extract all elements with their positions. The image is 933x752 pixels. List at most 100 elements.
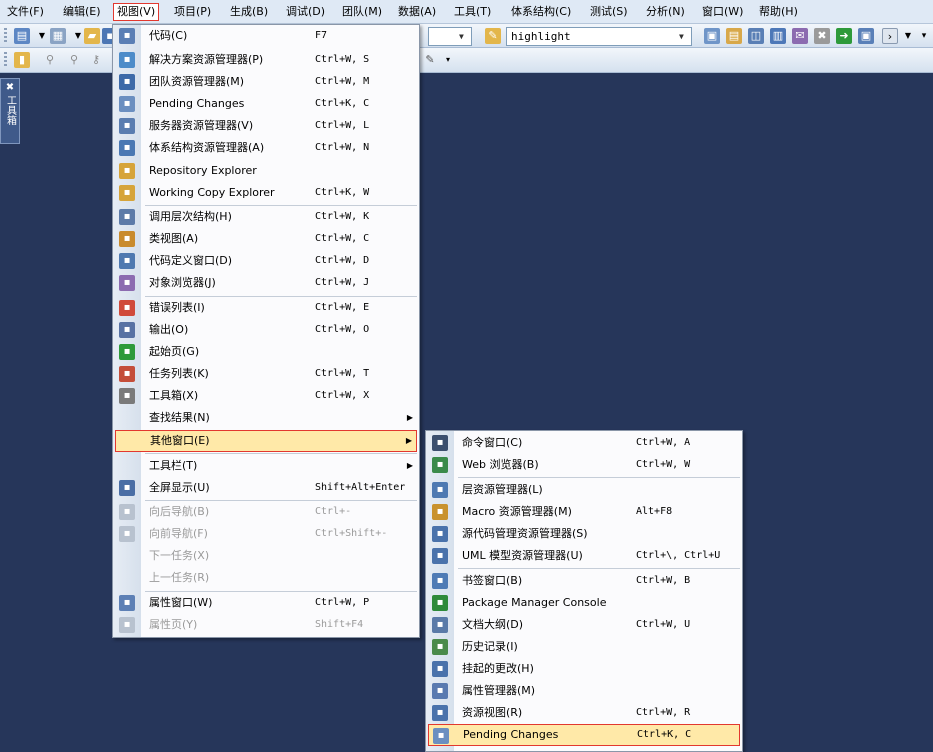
- dropdown-arrow-icon[interactable]: ▼: [900, 28, 916, 44]
- toolbar-overflow-icon[interactable]: ▾: [440, 52, 456, 68]
- extension-manager-icon[interactable]: ▣: [858, 28, 874, 44]
- menu-team[interactable]: 团队(M): [339, 3, 385, 21]
- menu-debug[interactable]: 调试(D): [283, 3, 328, 21]
- bookmark-icon[interactable]: ▮: [14, 52, 30, 68]
- other-windows_menu-item-层资源管理器[interactable]: ▪ 层资源管理器(L): [428, 479, 740, 501]
- menu-edit[interactable]: 编辑(E): [60, 3, 104, 21]
- other-windows_menu-item-web-浏览器[interactable]: ▪ Web 浏览器(B) Ctrl+W, W: [428, 454, 740, 476]
- other-windows_menu-item-源代码管理资源管理器[interactable]: ▪ 源代码管理资源管理器(S): [428, 523, 740, 545]
- view-menu-item-属性页: ▪ 属性页(Y) Shift+F4: [115, 614, 417, 636]
- other-windows_menu-item-文档大纲[interactable]: ▪ 文档大纲(D) Ctrl+W, U: [428, 614, 740, 636]
- menu-item-shortcut: Ctrl+W, O: [315, 324, 370, 335]
- other-windows_menu-item-命令窗口[interactable]: ▪ 命令窗口(C) Ctrl+W, A: [428, 432, 740, 454]
- view-menu-item-工具栏[interactable]: 工具栏(T) ▶: [115, 455, 417, 477]
- menu-analyze[interactable]: 分析(N): [643, 3, 688, 21]
- start-page-icon[interactable]: ➜: [836, 28, 852, 44]
- other-windows_menu-item-书签窗口[interactable]: ▪ 书签窗口(B) Ctrl+W, B: [428, 570, 740, 592]
- server-explorer-icon: ▪: [119, 118, 135, 134]
- view-menu-item-团队资源管理器[interactable]: ▪ 团队资源管理器(M) Ctrl+W, M: [115, 71, 417, 93]
- menu-item-label: 挂起的更改(H): [462, 662, 534, 675]
- menu-item-shortcut: Ctrl+W, P: [315, 597, 370, 608]
- menu-item-label: Repository Explorer: [149, 164, 257, 177]
- command-window-icon[interactable]: ›: [882, 28, 898, 44]
- toolbox-icon[interactable]: ✖: [814, 28, 830, 44]
- view-menu-item-类视图[interactable]: ▪ 类视图(A) Ctrl+W, C: [115, 228, 417, 250]
- find-in-files-icon[interactable]: ✎: [485, 28, 501, 44]
- menu-project[interactable]: 项目(P): [171, 3, 214, 21]
- view-menu-item-解决方案资源管理器[interactable]: ▪ 解决方案资源管理器(P) Ctrl+W, S: [115, 49, 417, 71]
- view-menu-item-查找结果[interactable]: 查找结果(N) ▶: [115, 407, 417, 429]
- uml-explorer-icon: ▪: [432, 548, 448, 564]
- find-combo[interactable]: highlight ▼: [506, 27, 692, 46]
- team-explorer-icon[interactable]: ✉: [792, 28, 808, 44]
- view-menu-item-调用层次结构[interactable]: ▪ 调用层次结构(H) Ctrl+W, K: [115, 206, 417, 228]
- menu-item-shortcut: Ctrl+\, Ctrl+U: [636, 550, 721, 561]
- view-menu-item-代码定义窗口[interactable]: ▪ 代码定义窗口(D) Ctrl+W, D: [115, 250, 417, 272]
- menu-test[interactable]: 测试(S): [587, 3, 631, 21]
- properties-icon[interactable]: ▤: [726, 28, 742, 44]
- menu-item-shortcut: F7: [315, 30, 328, 41]
- error-list-icon: ▪: [119, 300, 135, 316]
- toolbar-grip[interactable]: [4, 52, 7, 68]
- new-project-icon[interactable]: ▤: [14, 28, 30, 44]
- other-windows_menu-item-历史记录[interactable]: ▪ 历史记录(I): [428, 636, 740, 658]
- menu-separator: [145, 205, 417, 206]
- menu-item-label: Pending Changes: [149, 97, 245, 110]
- view-menu-item-工具箱[interactable]: ▪ 工具箱(X) Ctrl+W, X: [115, 385, 417, 407]
- menu-item-label: 向后导航(B): [149, 505, 210, 518]
- view-menu-item-代码[interactable]: ▪ 代码(C) F7: [115, 25, 417, 47]
- menu-help[interactable]: 帮助(H): [756, 3, 801, 21]
- view-menu-item-working-copy-explorer[interactable]: ▪ Working Copy Explorer Ctrl+K, W: [115, 182, 417, 204]
- add-item-icon[interactable]: ▦: [50, 28, 66, 44]
- menu-tools[interactable]: 工具(T): [451, 3, 494, 21]
- view-menu-item-输出[interactable]: ▪ 输出(O) Ctrl+W, O: [115, 319, 417, 341]
- navigate-forward-icon: ▪: [119, 526, 135, 542]
- object-browser-icon[interactable]: ◫: [748, 28, 764, 44]
- view-menu-item-任务列表[interactable]: ▪ 任务列表(K) Ctrl+W, T: [115, 363, 417, 385]
- menu-item-shortcut: Ctrl+W, E: [315, 302, 370, 313]
- menu-item-shortcut: Ctrl+W, X: [315, 390, 370, 401]
- other-windows_menu-item-属性管理器[interactable]: ▪ 属性管理器(M): [428, 680, 740, 702]
- view-menu-item-起始页[interactable]: ▪ 起始页(G): [115, 341, 417, 363]
- other-windows_menu-item-package-manager-console[interactable]: ▪ Package Manager Console: [428, 592, 740, 614]
- other-windows_menu-item-macro-资源管理器[interactable]: ▪ Macro 资源管理器(M) Alt+F8: [428, 501, 740, 523]
- toolbar-grip[interactable]: [4, 28, 7, 44]
- properties-window-icon: ▪: [119, 595, 135, 611]
- other-windows_menu-item-uml-模型资源管理器[interactable]: ▪ UML 模型资源管理器(U) Ctrl+\, Ctrl+U: [428, 545, 740, 567]
- menu-item-label: 解决方案资源管理器(P): [149, 53, 264, 66]
- submenu-arrow-icon: ▶: [406, 461, 413, 470]
- menu-item-label: 类视图(A): [149, 232, 199, 245]
- view-menu-item-对象浏览器[interactable]: ▪ 对象浏览器(J) Ctrl+W, J: [115, 272, 417, 294]
- menu-view[interactable]: 视图(V): [113, 3, 160, 21]
- toolbox-side-tab[interactable]: ✖ 工具箱: [0, 78, 20, 144]
- toolbar-overflow-icon[interactable]: ▾: [916, 28, 932, 44]
- view-menu-item-pending-changes[interactable]: ▪ Pending Changes Ctrl+K, C: [115, 93, 417, 115]
- menu-item-label: 其他窗口(E): [150, 434, 210, 447]
- view-menu-item-全屏显示[interactable]: ▪ 全屏显示(U) Shift+Alt+Enter: [115, 477, 417, 499]
- menu-build[interactable]: 生成(B): [227, 3, 271, 21]
- menu-item-shortcut: Shift+Alt+Enter: [315, 482, 406, 493]
- menu-item-label: 对象浏览器(J): [149, 276, 216, 289]
- edit-icon[interactable]: ✎: [422, 52, 438, 68]
- other-windows_menu-item-pending-changes[interactable]: ▪ Pending Changes Ctrl+K, C: [428, 724, 740, 746]
- menu-window[interactable]: 窗口(W): [699, 3, 746, 21]
- solution-explorer-icon[interactable]: ▣: [704, 28, 720, 44]
- menu-data[interactable]: 数据(A): [395, 3, 439, 21]
- class-view-icon[interactable]: ▥: [770, 28, 786, 44]
- view-menu-item-服务器资源管理器[interactable]: ▪ 服务器资源管理器(V) Ctrl+W, L: [115, 115, 417, 137]
- view-menu-item-repository-explorer[interactable]: ▪ Repository Explorer: [115, 160, 417, 182]
- view-menu-item-错误列表[interactable]: ▪ 错误列表(I) Ctrl+W, E: [115, 297, 417, 319]
- menu-file[interactable]: 文件(F): [4, 3, 47, 21]
- menu-architecture[interactable]: 体系结构(C): [508, 3, 574, 21]
- view-menu-item-属性窗口[interactable]: ▪ 属性窗口(W) Ctrl+W, P: [115, 592, 417, 614]
- dropdown-arrow-icon[interactable]: ▼: [34, 28, 50, 44]
- architecture-explorer-icon: ▪: [119, 140, 135, 156]
- view-menu-item-其他窗口[interactable]: 其他窗口(E) ▶: [115, 430, 417, 452]
- other-windows_menu-item-资源视图[interactable]: ▪ 资源视图(R) Ctrl+W, R: [428, 702, 740, 724]
- solution-config-combo[interactable]: ▼: [428, 27, 472, 46]
- other-windows_menu-item-挂起的更改[interactable]: ▪ 挂起的更改(H): [428, 658, 740, 680]
- view-menu-item-体系结构资源管理器[interactable]: ▪ 体系结构资源管理器(A) Ctrl+W, N: [115, 137, 417, 159]
- open-file-icon[interactable]: ▰: [84, 28, 100, 44]
- menu-item-label: 输出(O): [149, 323, 189, 336]
- menu-item-label: 历史记录(I): [462, 640, 518, 653]
